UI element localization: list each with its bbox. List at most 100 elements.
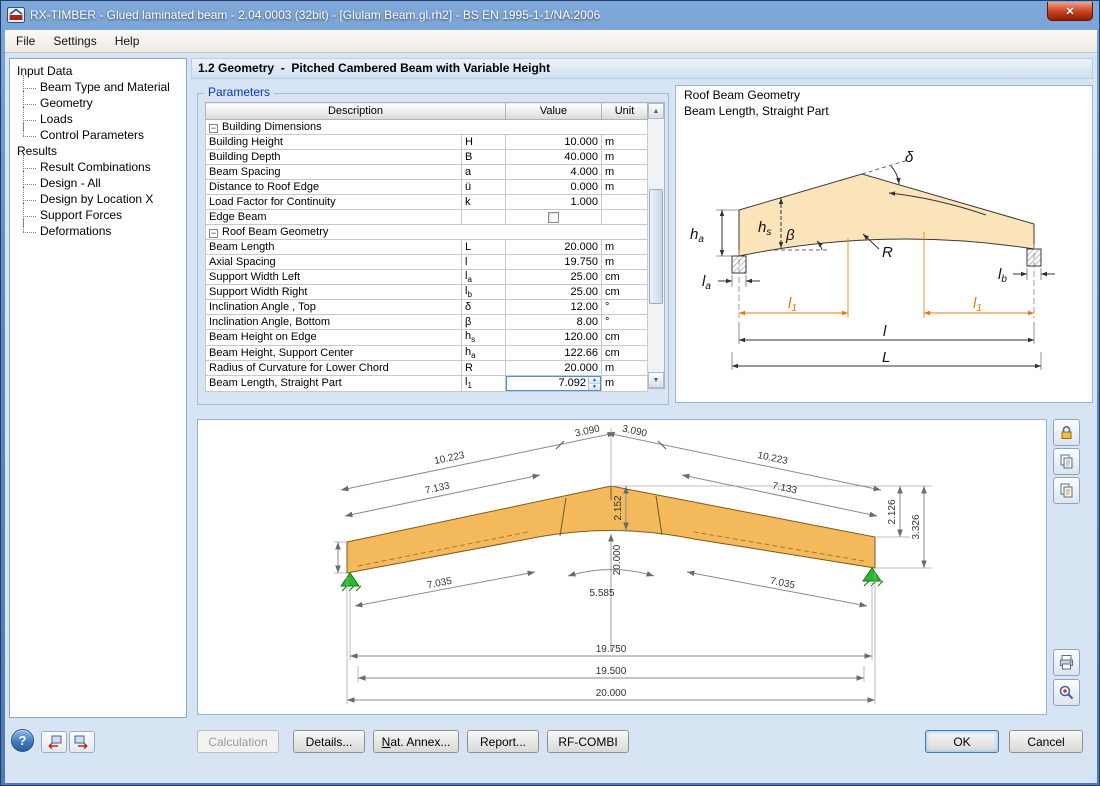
sidebar-item-beam-type-and-material[interactable]: Beam Type and Material <box>10 75 186 99</box>
param-value[interactable]: 20.000 <box>505 359 602 376</box>
parameter-row[interactable]: Radius of Curvature for Lower Chord R 20.0… <box>205 359 648 376</box>
param-symbol: R <box>461 359 506 376</box>
lock-button[interactable] <box>1053 419 1080 446</box>
column-header-description[interactable]: Description <box>205 102 506 120</box>
collapse-icon[interactable]: − <box>209 124 218 133</box>
param-value[interactable]: 40.000 <box>505 149 602 165</box>
print-graphic-button[interactable] <box>1053 649 1080 676</box>
param-value[interactable]: 0.000 <box>505 179 602 195</box>
param-description: Beam Length <box>205 239 462 255</box>
param-value[interactable]: 122.66 <box>505 344 602 361</box>
sidebar-item-result-combinations[interactable]: Result Combinations <box>10 155 186 179</box>
param-value[interactable]: 25.00 <box>505 268 602 286</box>
param-symbol: H <box>461 134 506 150</box>
help-button[interactable]: ? <box>11 729 34 752</box>
parameter-row[interactable]: Beam Length L 20.000 m <box>205 239 648 255</box>
param-value[interactable]: 120.00 <box>505 329 602 346</box>
param-symbol: B <box>461 149 506 165</box>
param-unit: cm <box>601 344 648 361</box>
ok-button[interactable]: OK <box>925 730 999 753</box>
copy-view-button[interactable] <box>1053 448 1080 475</box>
param-unit <box>601 209 648 225</box>
spinner-up-button[interactable]: ▲ <box>589 376 600 384</box>
param-value[interactable]: 20.000 <box>505 239 602 255</box>
scroll-up-button[interactable]: ▲ <box>648 103 664 119</box>
value-spinner[interactable]: 7.092 ▲ ▼ <box>506 376 601 391</box>
nat-annex-button[interactable]: Nat. Annex... <box>373 730 459 753</box>
parameter-row[interactable]: Load Factor for Continuity k 1.000 <box>205 194 648 210</box>
param-symbol: lb <box>461 284 506 301</box>
sidebar-item-support-forces[interactable]: Support Forces <box>10 203 186 227</box>
parameter-group-row[interactable]: − Building Dimensions <box>205 119 648 135</box>
sidebar-item-geometry[interactable]: Geometry <box>10 91 186 115</box>
spinner-down-button[interactable]: ▼ <box>589 383 600 390</box>
scrollbar-thumb[interactable] <box>649 189 663 304</box>
close-button[interactable]: ✕ <box>1047 2 1093 21</box>
zoom-extents-button[interactable] <box>1053 679 1080 706</box>
parameter-row[interactable]: Inclination Angle , Top δ 12.00 ° <box>205 299 648 316</box>
param-value[interactable]: 19.750 <box>505 254 602 270</box>
param-value[interactable]: 1.000 <box>505 194 602 210</box>
support-left-symbol <box>340 572 362 592</box>
app-icon <box>7 7 25 23</box>
parameters-scrollbar[interactable]: ▲ ▼ <box>648 102 665 389</box>
parameter-group-row[interactable]: − Roof Beam Geometry <box>205 224 648 240</box>
parameter-row[interactable]: Support Width Right lb 25.00 cm <box>205 284 648 301</box>
param-symbol: la <box>461 268 506 286</box>
nav-next-button[interactable] <box>69 731 95 753</box>
save-view-button[interactable] <box>1053 477 1080 504</box>
column-header-unit[interactable]: Unit <box>601 102 648 120</box>
parameter-row[interactable]: Axial Spacing l 19.750 m <box>205 254 648 270</box>
menu-settings[interactable]: Settings <box>44 30 105 52</box>
dim-arc-length: 5.585 <box>589 588 614 599</box>
sidebar-section-results[interactable]: Results <box>10 143 186 159</box>
parameter-row[interactable]: Support Width Left la 25.00 cm <box>205 268 648 286</box>
parameter-row[interactable]: Beam Length, Straight Part l1 7.092 ▲ ▼ m <box>205 374 648 392</box>
parameter-row[interactable]: Edge Beam <box>205 209 648 225</box>
titlebar[interactable]: RX-TIMBER - Glued laminated beam - 2.04.… <box>1 1 1099 29</box>
edge-beam-checkbox[interactable] <box>548 211 559 223</box>
param-value[interactable]: 8.00 <box>505 314 602 331</box>
details-button[interactable]: Details... <box>293 730 365 753</box>
parameter-row[interactable]: Building Height H 10.000 m <box>205 134 648 150</box>
parameter-row[interactable]: Beam Height, Support Center ha 122.66 cm <box>205 344 648 361</box>
report-button[interactable]: Report... <box>467 730 539 753</box>
parameter-row[interactable]: Distance to Roof Edge ü 0.000 m <box>205 179 648 195</box>
param-unit: cm <box>601 284 648 301</box>
param-value[interactable]: 12.00 <box>505 299 602 316</box>
rf-combi-button[interactable]: RF-COMBI <box>547 730 629 753</box>
parameter-row[interactable]: Beam Spacing a 4.000 m <box>205 164 648 180</box>
spinner-value[interactable]: 7.092 <box>507 377 588 390</box>
param-unit: m <box>601 239 648 255</box>
menu-help[interactable]: Help <box>106 30 149 52</box>
param-unit: m <box>601 254 648 270</box>
menu-file[interactable]: File <box>7 30 44 52</box>
parameter-row[interactable]: Building Depth B 40.000 m <box>205 149 648 165</box>
param-value[interactable]: 10.000 <box>505 134 602 150</box>
scrollbar-track[interactable] <box>648 119 664 372</box>
calculation-button[interactable]: Calculation <box>197 730 279 753</box>
param-symbol: ü <box>461 179 506 195</box>
param-value[interactable]: 25.00 <box>505 284 602 301</box>
param-description: Building Depth <box>205 149 462 165</box>
parameter-row[interactable]: Beam Height on Edge hs 120.00 cm <box>205 329 648 346</box>
scroll-down-button[interactable]: ▼ <box>648 372 664 388</box>
dim-axial-span: 19.750 <box>596 644 627 655</box>
cancel-button[interactable]: Cancel <box>1009 730 1083 753</box>
group-label: Building Dimensions <box>222 121 322 133</box>
parameter-row[interactable]: Inclination Angle, Bottom β 8.00 ° <box>205 314 648 331</box>
sidebar-item-design-by-location-x[interactable]: Design by Location X <box>10 187 186 211</box>
collapse-icon[interactable]: − <box>209 229 218 238</box>
beam-drawing: 10.223 3.090 3.090 10.223 7.133 7.133 2.… <box>334 423 932 704</box>
sidebar-item-loads[interactable]: Loads <box>10 107 186 131</box>
nav-previous-button[interactable] <box>41 731 67 753</box>
sidebar-section-input-data[interactable]: Input Data <box>10 63 186 79</box>
printer-icon <box>1060 655 1073 670</box>
param-value[interactable]: 4.000 <box>505 164 602 180</box>
param-symbol: l <box>461 254 506 270</box>
question-mark-icon: ? <box>18 733 27 748</box>
sidebar-item-deformations[interactable]: Deformations <box>10 219 186 239</box>
sidebar-item-control-parameters[interactable]: Control Parameters <box>10 123 186 143</box>
sidebar-item-design-all[interactable]: Design - All <box>10 171 186 195</box>
column-header-value[interactable]: Value <box>505 102 602 120</box>
